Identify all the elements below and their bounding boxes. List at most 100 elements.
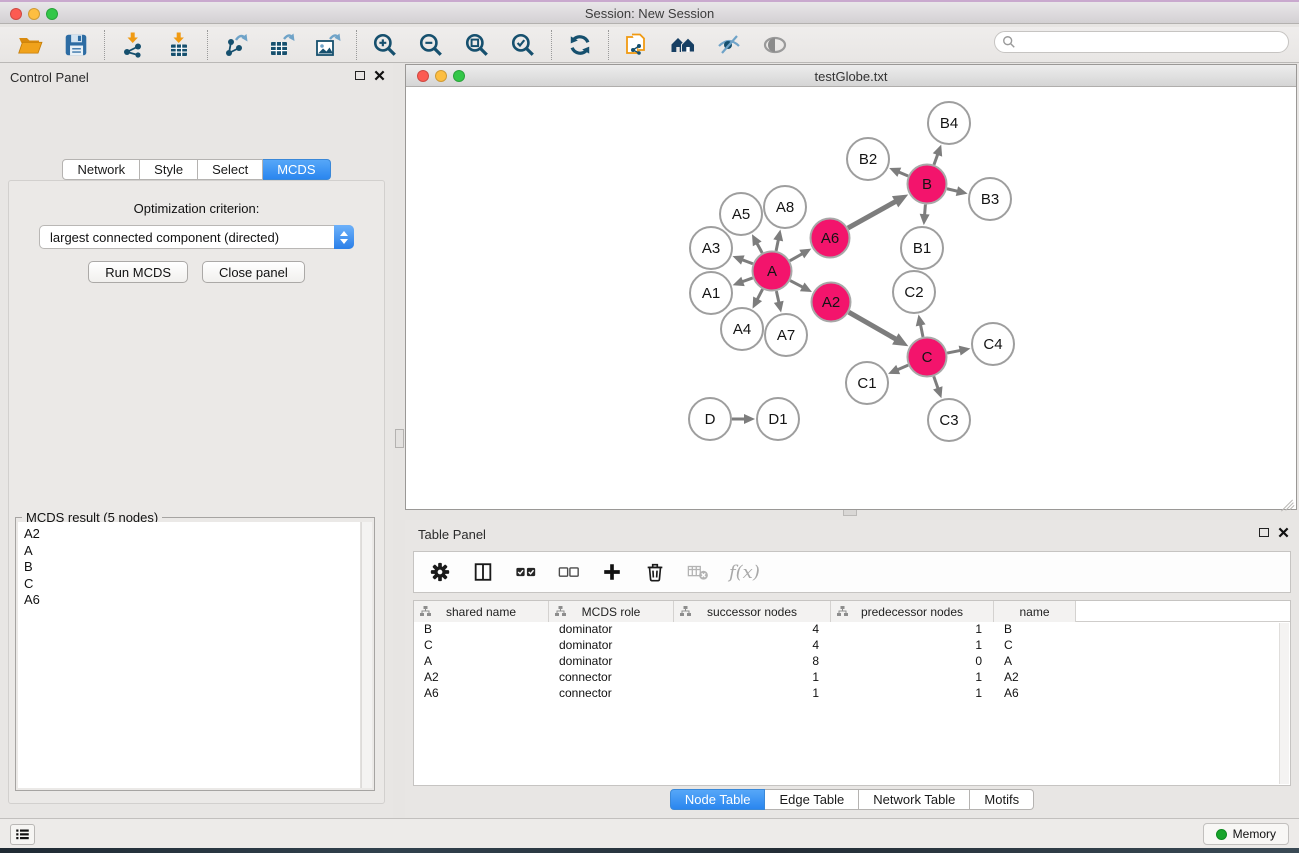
network-window-title-bar: testGlobe.txt — [406, 65, 1296, 87]
save-floppy-icon — [63, 32, 89, 58]
result-item[interactable]: A6 — [24, 592, 360, 609]
hierarchy-icon — [837, 606, 848, 617]
tab-select[interactable]: Select — [198, 159, 263, 180]
float-panel-icon[interactable] — [355, 71, 365, 80]
table-cell: 4 — [674, 638, 831, 654]
table-cell: 1 — [674, 686, 831, 702]
graph-edge[interactable] — [848, 201, 897, 228]
hierarchy-icon — [680, 606, 691, 617]
result-item[interactable]: A — [24, 543, 360, 560]
table-row[interactable]: A2connector11A2 — [414, 670, 1290, 686]
optimization-criterion-label: Optimization criterion: — [9, 201, 384, 216]
graph-edge[interactable] — [934, 376, 939, 389]
save-session-button[interactable] — [62, 31, 90, 59]
open-file-button[interactable] — [16, 31, 44, 59]
run-mcds-button[interactable]: Run MCDS — [88, 261, 188, 283]
session-title: Session: New Session — [0, 6, 1299, 21]
export-image-button[interactable] — [314, 31, 342, 59]
column-header-predecessor-nodes[interactable]: predecessor nodes — [831, 601, 994, 622]
networks-home-button[interactable] — [669, 31, 697, 59]
mcds-result-list[interactable]: A2ABCA6 — [18, 522, 361, 788]
unselect-all-button[interactable] — [557, 560, 581, 584]
import-table-button[interactable] — [165, 31, 193, 59]
show-column-button[interactable] — [471, 560, 495, 584]
network-graph[interactable]: B4B2BB3A5A8A6B1A3AA1C2A2A4A7C4CC1C3DD1 — [406, 87, 1296, 509]
tab-motifs[interactable]: Motifs — [970, 789, 1034, 810]
graph-edge-arrowhead — [933, 145, 942, 157]
table-settings-button[interactable] — [428, 560, 452, 584]
graph-node-label: A5 — [732, 206, 750, 223]
node-table: shared nameMCDS rolesuccessor nodesprede… — [413, 600, 1291, 786]
vertical-splitter-grip[interactable] — [395, 429, 404, 448]
delete-column-button[interactable] — [643, 560, 667, 584]
graph-edge[interactable] — [920, 323, 923, 337]
function-builder-button: f(x) — [729, 562, 760, 583]
table-header-row: shared nameMCDS rolesuccessor nodesprede… — [414, 601, 1290, 622]
table-row[interactable]: Bdominator41B — [414, 622, 1290, 638]
graph-edge[interactable] — [849, 312, 897, 340]
table-row[interactable]: Cdominator41C — [414, 638, 1290, 654]
table-row[interactable]: Adominator80A — [414, 654, 1290, 670]
float-table-panel-icon[interactable] — [1259, 528, 1269, 537]
column-header-shared-name[interactable]: shared name — [414, 601, 549, 622]
tab-style[interactable]: Style — [140, 159, 198, 180]
select-all-button[interactable] — [514, 560, 538, 584]
close-panel-icon[interactable] — [374, 70, 385, 81]
graph-node-label: A3 — [702, 240, 720, 257]
criterion-value: largest connected component (directed) — [50, 230, 279, 245]
graph-edge[interactable] — [947, 350, 961, 353]
zoom-out-button[interactable] — [417, 31, 445, 59]
zoom-fit-button[interactable] — [463, 31, 491, 59]
table-cell: dominator — [549, 638, 674, 654]
delete-table-button — [686, 560, 710, 584]
column-header-successor-nodes[interactable]: successor nodes — [674, 601, 831, 622]
tab-edge-table[interactable]: Edge Table — [765, 789, 859, 810]
plus-icon — [601, 561, 623, 583]
close-table-panel-icon[interactable] — [1278, 527, 1289, 538]
unchecked-boxes-icon — [558, 561, 580, 583]
copy-network-button[interactable] — [623, 31, 651, 59]
close-panel-button[interactable]: Close panel — [202, 261, 305, 283]
search-input[interactable] — [1016, 33, 1288, 51]
graph-edge[interactable] — [790, 253, 804, 261]
graph-edge-arrowhead — [933, 386, 942, 398]
tab-node-table[interactable]: Node Table — [670, 789, 766, 810]
add-column-button[interactable] — [600, 560, 624, 584]
result-item[interactable]: C — [24, 576, 360, 593]
memory-button[interactable]: Memory — [1203, 823, 1289, 845]
table-scrollbar[interactable] — [1279, 623, 1289, 784]
table-cell: 8 — [674, 654, 831, 670]
zoom-in-button[interactable] — [371, 31, 399, 59]
table-row[interactable]: A6connector11A6 — [414, 686, 1290, 702]
houses-icon — [670, 32, 696, 58]
result-item[interactable]: A2 — [24, 526, 360, 543]
table-panel-title: Table Panel — [418, 527, 486, 542]
criterion-select[interactable]: largest connected component (directed) — [39, 225, 354, 249]
refresh-button[interactable] — [566, 31, 594, 59]
graph-edge[interactable] — [790, 281, 804, 288]
tab-mcds[interactable]: MCDS — [263, 159, 330, 180]
result-scrollbar[interactable] — [361, 522, 372, 788]
search-box[interactable] — [994, 31, 1289, 53]
hide-eye-button[interactable] — [715, 31, 743, 59]
eye-button[interactable] — [761, 31, 789, 59]
export-table-button[interactable] — [268, 31, 296, 59]
result-item[interactable]: B — [24, 559, 360, 576]
column-header-MCDS-role[interactable]: MCDS role — [549, 601, 674, 622]
zoom-selected-button[interactable] — [509, 31, 537, 59]
table-cell: 1 — [831, 670, 994, 686]
table-cell: connector — [549, 670, 674, 686]
import-network-button[interactable] — [119, 31, 147, 59]
tab-network-table[interactable]: Network Table — [859, 789, 970, 810]
column-header-name[interactable]: name — [994, 601, 1076, 622]
table-cell: A2 — [414, 670, 549, 686]
task-list-button[interactable] — [10, 824, 35, 845]
horizontal-splitter-grip[interactable] — [843, 509, 857, 516]
refresh-icon — [567, 32, 593, 58]
network-canvas[interactable]: B4B2BB3A5A8A6B1A3AA1C2A2A4A7C4CC1C3DD1 — [406, 87, 1296, 509]
tab-network[interactable]: Network — [62, 159, 140, 180]
table-panel: Table Panel — [405, 520, 1299, 818]
export-network-button[interactable] — [222, 31, 250, 59]
control-panel: Control Panel NetworkStyleSelectMCDS Opt… — [0, 63, 393, 818]
window-resize-grip[interactable] — [1281, 494, 1295, 508]
